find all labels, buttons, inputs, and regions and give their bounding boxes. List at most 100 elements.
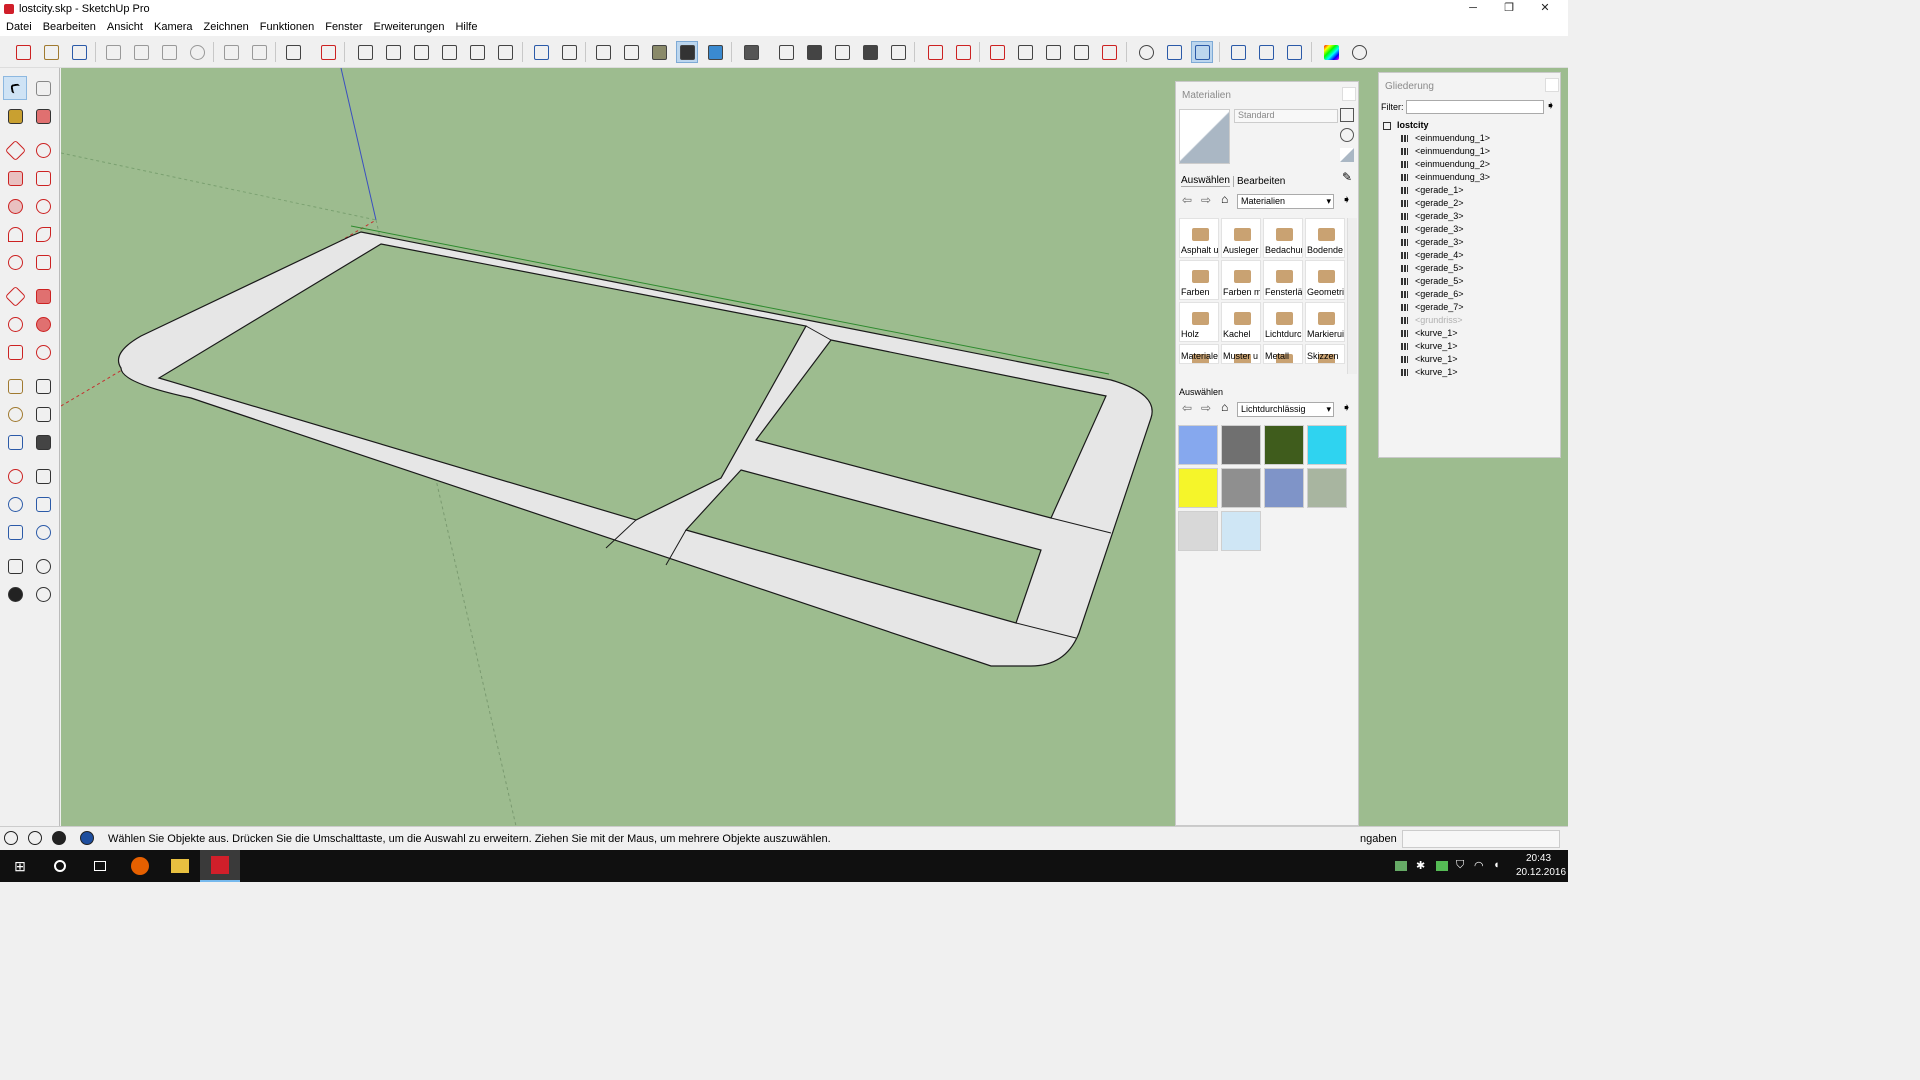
right-view-icon[interactable] <box>438 41 460 63</box>
material-swatch[interactable] <box>1307 425 1347 465</box>
two-point-arc-icon[interactable] <box>31 222 55 246</box>
pie-icon[interactable] <box>31 250 55 274</box>
print-icon[interactable] <box>282 41 304 63</box>
material-folder[interactable]: Skizzen <box>1305 344 1345 364</box>
forward-arrow-icon[interactable]: ⇨ <box>1201 401 1211 415</box>
material-folder[interactable]: Ausleger <box>1221 218 1261 258</box>
material-swatch[interactable] <box>1221 511 1261 551</box>
measurements-input[interactable] <box>1402 830 1560 848</box>
shaded-icon[interactable] <box>648 41 670 63</box>
shield-icon[interactable]: ⛉ <box>1456 859 1464 872</box>
outliner-item[interactable]: <kurve_1> <box>1383 340 1490 353</box>
expand-icon[interactable] <box>1383 121 1391 130</box>
three-point-arc-icon[interactable] <box>3 250 27 274</box>
save-icon[interactable] <box>68 41 90 63</box>
3d-text-icon[interactable] <box>31 430 55 454</box>
polygon-icon[interactable] <box>31 194 55 218</box>
menu-bearbeiten[interactable]: Bearbeiten <box>43 21 96 33</box>
wireframe-icon[interactable] <box>592 41 614 63</box>
home-icon[interactable]: ⌂ <box>1221 192 1228 206</box>
flip-edge-icon[interactable] <box>1098 41 1120 63</box>
outliner-item[interactable]: <einmuendung_2> <box>1383 158 1490 171</box>
material-folder[interactable]: Geometri <box>1305 260 1345 300</box>
section-plane-icon[interactable] <box>1163 41 1185 63</box>
menu-funktionen[interactable]: Funktionen <box>260 21 314 33</box>
solid-tools-icon[interactable] <box>1227 41 1249 63</box>
clock-time[interactable]: 20:43 <box>1526 853 1551 864</box>
details-arrow-icon[interactable]: ➧ <box>1342 401 1351 414</box>
menu-zeichnen[interactable]: Zeichnen <box>204 21 249 33</box>
close-icon[interactable] <box>1545 78 1559 92</box>
text-tool-icon[interactable] <box>31 402 55 426</box>
minimize-button[interactable]: ─ <box>1456 0 1490 18</box>
drape-icon[interactable] <box>1042 41 1064 63</box>
model-info-icon[interactable] <box>317 41 339 63</box>
material-folder[interactable]: Asphalt u <box>1179 218 1219 258</box>
get-photo-icon[interactable] <box>859 41 881 63</box>
freehand-icon[interactable] <box>31 138 55 162</box>
outliner-item[interactable]: <gerade_7> <box>1383 301 1490 314</box>
paste-icon[interactable] <box>158 41 180 63</box>
undo-icon[interactable] <box>220 41 242 63</box>
material-swatch[interactable] <box>1264 425 1304 465</box>
credits-icon[interactable] <box>28 831 42 845</box>
sandbox-grid-icon[interactable] <box>952 41 974 63</box>
stamp-icon[interactable] <box>1014 41 1036 63</box>
tray-app-icon[interactable] <box>1395 861 1407 871</box>
outliner-details-icon[interactable]: ➧ <box>1546 99 1555 112</box>
material-folder[interactable]: Bedachur <box>1263 218 1303 258</box>
file-explorer-icon[interactable] <box>160 850 200 882</box>
warehouse-icon[interactable] <box>775 41 797 63</box>
secondary-collection-dropdown[interactable]: Lichtdurchlässig ▾ <box>1237 402 1334 417</box>
push-pull-icon[interactable] <box>31 284 55 308</box>
monochrome-icon[interactable] <box>704 41 726 63</box>
outliner-item[interactable]: <einmuendung_3> <box>1383 171 1490 184</box>
zoom-icon[interactable] <box>3 492 27 516</box>
start-icon[interactable]: ⊞ <box>0 850 40 882</box>
material-folder[interactable]: Bodende <box>1305 218 1345 258</box>
follow-me-icon[interactable] <box>31 312 55 336</box>
front-view-icon[interactable] <box>410 41 432 63</box>
hidden-line-icon[interactable] <box>620 41 642 63</box>
menu-datei[interactable]: Datei <box>6 21 32 33</box>
iso-view-icon[interactable] <box>354 41 376 63</box>
dimension-icon[interactable] <box>31 374 55 398</box>
material-folder[interactable]: Fensterlä <box>1263 260 1303 300</box>
drawing-viewport[interactable] <box>61 68 1175 826</box>
filter-input[interactable] <box>1406 100 1544 114</box>
arc-icon[interactable] <box>3 222 27 246</box>
home-icon[interactable]: ⌂ <box>1221 400 1228 414</box>
material-swatch[interactable] <box>1178 511 1218 551</box>
top-view-icon[interactable] <box>382 41 404 63</box>
material-folder[interactable]: Markierui <box>1305 302 1345 342</box>
shaded-textures-icon[interactable] <box>676 41 698 63</box>
new-file-icon[interactable] <box>12 41 34 63</box>
menu-ansicht[interactable]: Ansicht <box>107 21 143 33</box>
axes-tool-icon[interactable] <box>3 430 27 454</box>
share-component-icon[interactable] <box>887 41 909 63</box>
material-folder[interactable]: Farben <box>1179 260 1219 300</box>
material-swatch[interactable] <box>1178 468 1218 508</box>
outliner-item[interactable]: <gerade_4> <box>1383 249 1490 262</box>
display-secondary-icon[interactable] <box>1340 108 1354 122</box>
material-folder[interactable]: Farben m <box>1221 260 1261 300</box>
share-model-icon[interactable] <box>803 41 825 63</box>
copy-icon[interactable] <box>130 41 152 63</box>
axes-icon[interactable] <box>1135 41 1157 63</box>
material-folder[interactable]: Lichtdurc <box>1263 302 1303 342</box>
outliner-item[interactable]: <einmuendung_1> <box>1383 132 1490 145</box>
material-swatch[interactable] <box>1178 425 1218 465</box>
menu-kamera[interactable]: Kamera <box>154 21 193 33</box>
firefox-icon[interactable] <box>120 850 160 882</box>
look-around-icon[interactable] <box>31 554 55 578</box>
outliner-item[interactable]: <gerade_5> <box>1383 262 1490 275</box>
close-icon[interactable] <box>1342 87 1356 101</box>
offset-icon[interactable] <box>31 340 55 364</box>
redo-icon[interactable] <box>248 41 270 63</box>
sandbox-contours-icon[interactable] <box>924 41 946 63</box>
position-camera-icon[interactable] <box>3 554 27 578</box>
create-material-icon[interactable] <box>1340 128 1354 142</box>
move-icon[interactable] <box>3 284 27 308</box>
cut-icon[interactable] <box>102 41 124 63</box>
tab-edit[interactable]: Bearbeiten <box>1233 176 1285 187</box>
